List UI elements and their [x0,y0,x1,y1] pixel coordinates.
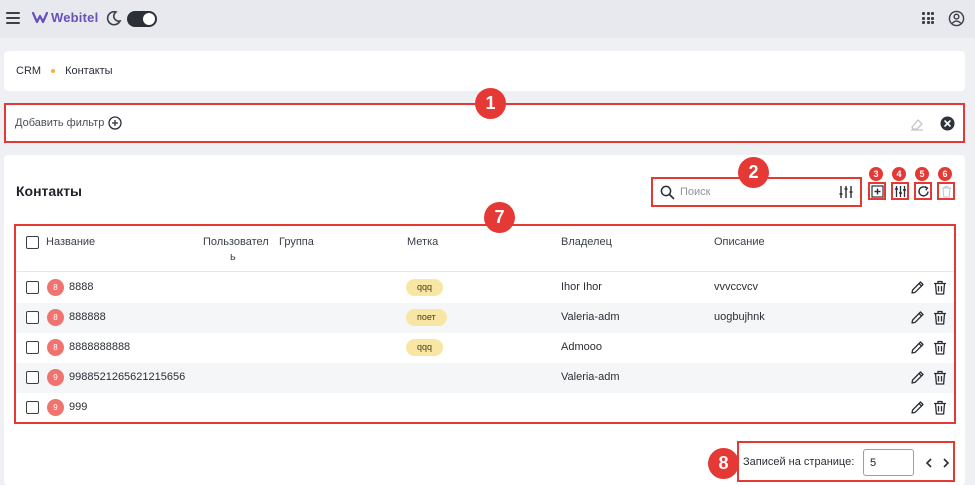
cell-description: vvvccvcv [714,281,758,293]
cell-owner: Admooo [561,341,602,353]
delete-selected-button[interactable] [937,182,955,200]
label-tag: qqq [406,279,444,296]
app-name: Webitel [51,10,99,25]
row-checkbox[interactable] [26,281,39,294]
chevron-right-icon[interactable] [941,457,951,469]
breadcrumb-current: Контакты [65,65,113,77]
callout-8: 8 [708,448,739,479]
edit-icon[interactable] [910,370,925,385]
callout-4: 4 [892,167,906,181]
label-tag: qqq [406,339,444,356]
cell-name[interactable]: 8888 [69,281,93,293]
contacts-card: Контакты Поиск Название Пользовател ь Гр… [4,155,965,485]
edit-icon[interactable] [910,340,925,355]
trash-icon[interactable] [933,310,947,325]
trash-icon[interactable] [933,370,947,385]
columns-settings-button[interactable] [891,182,909,200]
select-all-checkbox[interactable] [26,236,39,249]
chevron-left-icon[interactable] [924,457,934,469]
apps-grid-icon[interactable] [922,12,934,24]
row-checkbox[interactable] [26,371,39,384]
add-filter-label: Добавить фильтр [15,117,105,129]
top-bar: Webitel [0,0,975,38]
column-header-user-line1: Пользовател [203,236,269,248]
add-contact-button[interactable] [868,182,886,200]
filter-settings-icon[interactable] [838,184,854,200]
page-title: Контакты [16,183,83,199]
avatar: 8 [47,309,64,326]
avatar: 9 [47,399,64,416]
column-header-user-line2: ь [230,251,236,263]
callout-6: 6 [938,167,952,181]
logo-mark-icon [32,11,48,23]
search-icon [660,185,675,200]
row-checkbox[interactable] [26,311,39,324]
cell-name[interactable]: 999 [69,401,87,413]
column-header-description[interactable]: Описание [714,235,765,250]
column-header-group[interactable]: Группа [279,235,314,250]
cell-name[interactable]: 888888 [69,311,106,323]
trash-icon[interactable] [933,340,947,355]
contacts-table: Название Пользовател ь Группа Метка Влад… [14,224,956,424]
refresh-icon [917,185,929,197]
column-header-user[interactable]: Пользовател ь [203,235,269,265]
records-per-page-input[interactable] [863,449,914,476]
pagination: Записей на странице: [737,441,955,482]
callout-1: 1 [475,88,506,119]
label-tag: поет [406,309,447,326]
table-row[interactable]: 9 9988521265621215656 Valeria-adm [16,363,954,393]
trash-icon[interactable] [933,400,947,415]
eraser-icon[interactable] [909,116,925,132]
edit-icon[interactable] [910,310,925,325]
delete-icon [941,185,951,198]
add-filter-button[interactable]: Добавить фильтр [15,116,122,130]
account-icon[interactable] [948,10,965,27]
breadcrumb-root[interactable]: CRM [16,65,41,77]
theme-toggle[interactable] [127,11,157,27]
column-header-label[interactable]: Метка [407,235,438,250]
breadcrumb: CRM Контакты [16,65,113,77]
table-row[interactable]: 8 8888888888 qqq Admooo [16,333,954,363]
menu-icon[interactable] [6,12,20,24]
table-row[interactable]: 9 999 [16,393,954,423]
moon-icon [106,10,122,26]
columns-icon [894,185,906,197]
edit-icon[interactable] [910,280,925,295]
column-header-name[interactable]: Название [46,235,95,250]
callout-3: 3 [869,167,883,181]
callout-5: 5 [915,167,929,181]
edit-icon[interactable] [910,400,925,415]
refresh-button[interactable] [914,182,932,200]
breadcrumb-separator [51,69,56,73]
callout-7: 7 [484,202,515,233]
close-circle-icon[interactable] [940,116,955,131]
app-logo[interactable]: Webitel [32,10,98,25]
column-header-owner[interactable]: Владелец [561,235,612,250]
avatar: 8 [47,339,64,356]
plus-circle-icon [108,116,122,130]
avatar: 8 [47,279,64,296]
callout-2: 2 [738,157,769,188]
row-checkbox[interactable] [26,341,39,354]
records-per-page-label: Записей на странице: [743,456,855,468]
cell-name[interactable]: 9988521265621215656 [69,371,185,383]
cell-name[interactable]: 8888888888 [69,341,130,353]
cell-owner: Valeria-adm [561,371,620,383]
table-header: Название Пользовател ь Группа Метка Влад… [16,226,954,272]
table-row[interactable]: 8 888888 поет Valeria-adm uogbujhnk [16,303,954,333]
row-checkbox[interactable] [26,401,39,414]
avatar: 9 [47,369,64,386]
cell-description: uogbujhnk [714,311,765,323]
cell-owner: Valeria-adm [561,311,620,323]
trash-icon[interactable] [933,280,947,295]
cell-owner: Ihor Ihor [561,281,602,293]
table-row[interactable]: 8 8888 qqq Ihor Ihor vvvccvcv [16,273,954,303]
add-icon [870,184,884,198]
breadcrumb-card: CRM Контакты [4,51,965,91]
